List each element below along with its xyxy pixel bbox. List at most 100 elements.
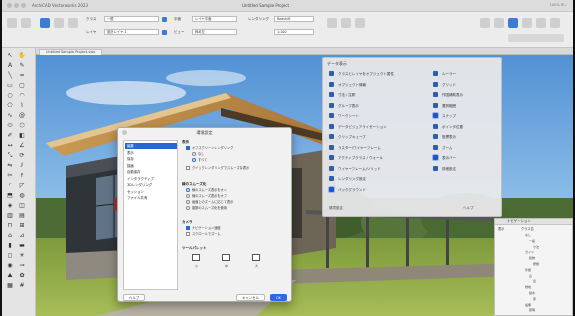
flyover-icon[interactable] — [327, 18, 337, 28]
walkthrough-icon[interactable] — [341, 18, 351, 28]
render-none-option[interactable]: なし — [192, 152, 204, 157]
loft-tool-icon[interactable]: ◈ — [5, 202, 15, 209]
layer-dropdown[interactable]: 設計レイヤ-1 — [104, 29, 159, 35]
site-model-tool-icon[interactable]: ⛰ — [5, 272, 15, 279]
scroll-zoom-option[interactable]: スクロールでズーム — [186, 232, 221, 237]
checkbox[interactable] — [186, 146, 190, 150]
category-item[interactable]: ファイル共有 — [125, 195, 177, 201]
class-dropdown[interactable]: 一般 — [104, 16, 159, 22]
navigation-row[interactable]: 床 — [533, 297, 536, 301]
navigation-row[interactable]: 照明 — [529, 308, 535, 312]
plant-tool-icon[interactable]: ✿ — [17, 272, 27, 279]
mirror-tool-icon[interactable]: ⇋ — [5, 162, 15, 169]
render-all-option[interactable]: すべて — [192, 158, 207, 163]
document-tab[interactable]: Untitled Sample Project.vwx — [39, 49, 103, 55]
polygon-tool-icon[interactable]: ⬠ — [5, 102, 15, 109]
angle-dimension-tool-icon[interactable]: ∠ — [17, 142, 27, 149]
navigation-row[interactable]: 扉 — [533, 279, 536, 283]
data-display-item[interactable]: スナップ — [433, 112, 456, 121]
rotate-tool-icon[interactable]: ⟳ — [17, 152, 27, 159]
section-tool-icon[interactable]: ⊸ — [17, 262, 27, 269]
checkbox[interactable] — [186, 232, 190, 236]
double-line-tool-icon[interactable]: ═ — [17, 72, 27, 79]
navigation-row[interactable]: 窓 — [529, 274, 532, 278]
arc-tool-icon[interactable]: ◠ — [17, 92, 27, 99]
arrow-tool-icon[interactable]: ↖ — [5, 52, 15, 59]
beam-tool-icon[interactable]: ▬ — [17, 242, 27, 249]
data-display-item[interactable]: アクティブクラス / ウォール — [329, 154, 383, 163]
data-display-item[interactable]: 寸法 / 注釈 — [329, 91, 355, 100]
pan-hand-tool-icon[interactable]: ✋ — [17, 52, 27, 59]
dialog-help-button[interactable]: ヘルプ — [123, 294, 146, 301]
medium-icon-size-icon[interactable] — [222, 254, 230, 261]
category-item[interactable]: 3Dレンダリング — [125, 182, 177, 188]
polyline-tool-icon[interactable]: ⌇ — [17, 102, 27, 109]
redo-icon[interactable] — [21, 18, 31, 28]
offscreen-render-option[interactable]: オフスクリーンレンダリング — [186, 146, 233, 151]
category-item[interactable]: インタラクティブ — [125, 176, 177, 182]
data-display-item[interactable]: クラスとレイヤをオブジェクト属性 — [329, 70, 394, 79]
snap-tangent-icon[interactable] — [536, 18, 546, 28]
fillet-tool-icon[interactable]: ◜ — [5, 182, 15, 189]
freehand-tool-icon[interactable]: ∿ — [5, 112, 15, 119]
navigation-row[interactable]: 寸法 — [533, 245, 539, 249]
data-display-item[interactable]: データビジュアライゼーション — [329, 123, 387, 132]
roof-tool-icon[interactable]: ⌂ — [5, 232, 15, 239]
category-item[interactable]: 編集 — [125, 143, 177, 149]
data-display-item[interactable]: クリップキューブ — [329, 133, 366, 142]
navigation-row[interactable]: 樹木 — [529, 291, 535, 295]
navigation-row[interactable]: 屋根 — [533, 262, 539, 266]
data-display-item[interactable]: オブジェクト情報 — [329, 81, 366, 90]
extrude-tool-icon[interactable]: ⬒ — [5, 192, 15, 199]
category-item[interactable]: 保存 — [125, 156, 177, 162]
large-icon-size-icon[interactable] — [252, 254, 260, 261]
category-item[interactable]: 表示 — [125, 150, 177, 156]
chamfer-tool-icon[interactable]: ◸ — [17, 182, 27, 189]
radio[interactable] — [192, 158, 196, 162]
data-display-item[interactable]: 選択範囲 — [433, 102, 456, 111]
category-item[interactable]: セッション — [125, 189, 177, 195]
spiral-tool-icon[interactable]: @ — [17, 112, 27, 119]
trim-tool-icon[interactable]: ✂ — [5, 172, 15, 179]
snap-object-icon[interactable] — [494, 18, 504, 28]
smooth-multi-option[interactable]: 複数のスムーズ化を使用 — [186, 206, 227, 211]
smart-cursor-icon[interactable] — [550, 18, 560, 28]
data-display-item[interactable]: バックグラウンド — [329, 186, 366, 195]
rectangle-tool-icon[interactable]: ▭ — [5, 82, 15, 89]
column-tool-icon[interactable]: ▮ — [5, 242, 15, 249]
door-tool-icon[interactable]: ⊓ — [5, 222, 15, 229]
undo-icon[interactable] — [7, 18, 17, 28]
plane-dropdown[interactable]: レイヤ平面 — [192, 16, 237, 22]
data-display-item[interactable]: 詳細設定 — [433, 165, 456, 174]
offset-tool-icon[interactable]: ⫽ — [17, 162, 27, 169]
navigation-row[interactable]: 一般 — [529, 239, 535, 243]
shell-tool-icon[interactable]: ◫ — [17, 202, 27, 209]
pan-tool-icon[interactable] — [54, 18, 64, 28]
window-tool-icon[interactable]: ⊞ — [17, 222, 27, 229]
selection-tool-icon[interactable] — [40, 18, 50, 28]
snap-settings-strip[interactable] — [508, 34, 564, 42]
radio[interactable] — [186, 194, 190, 198]
snap-intersection-icon[interactable] — [522, 18, 532, 28]
camera-tool-icon[interactable]: ◉ — [5, 262, 15, 269]
data-display-item[interactable]: 表示バー — [433, 154, 456, 163]
navigation-row[interactable]: ガイド — [525, 250, 534, 254]
checkbox[interactable] — [186, 166, 190, 170]
zoom-window-button[interactable] — [21, 3, 26, 8]
oval-tool-icon[interactable]: ⬭ — [5, 122, 15, 129]
wall-tool-icon[interactable]: ▥ — [5, 212, 15, 219]
dimension-tool-icon[interactable]: ↔ — [5, 142, 15, 149]
radio[interactable] — [186, 200, 190, 204]
radio[interactable] — [186, 206, 190, 210]
navigation-row[interactable]: 敷地 — [525, 285, 531, 289]
nav-speed-option[interactable]: ナビゲーション速度 — [186, 226, 221, 231]
dialog-cancel-button[interactable]: キャンセル — [236, 294, 265, 301]
minimize-window-button[interactable] — [14, 3, 19, 8]
data-display-item[interactable]: ラスター/ワイヤーフレーム — [329, 144, 381, 153]
callout-tool-icon[interactable]: ✎ — [17, 62, 27, 69]
data-display-item[interactable]: レンダリング設定 — [329, 175, 366, 184]
reshape-tool-icon[interactable]: ⤡ — [5, 152, 15, 159]
regular-polygon-tool-icon[interactable]: ⬡ — [17, 122, 27, 129]
navigation-row[interactable]: 外壁 — [525, 268, 531, 272]
sweep-tool-icon[interactable]: ◍ — [17, 192, 27, 199]
